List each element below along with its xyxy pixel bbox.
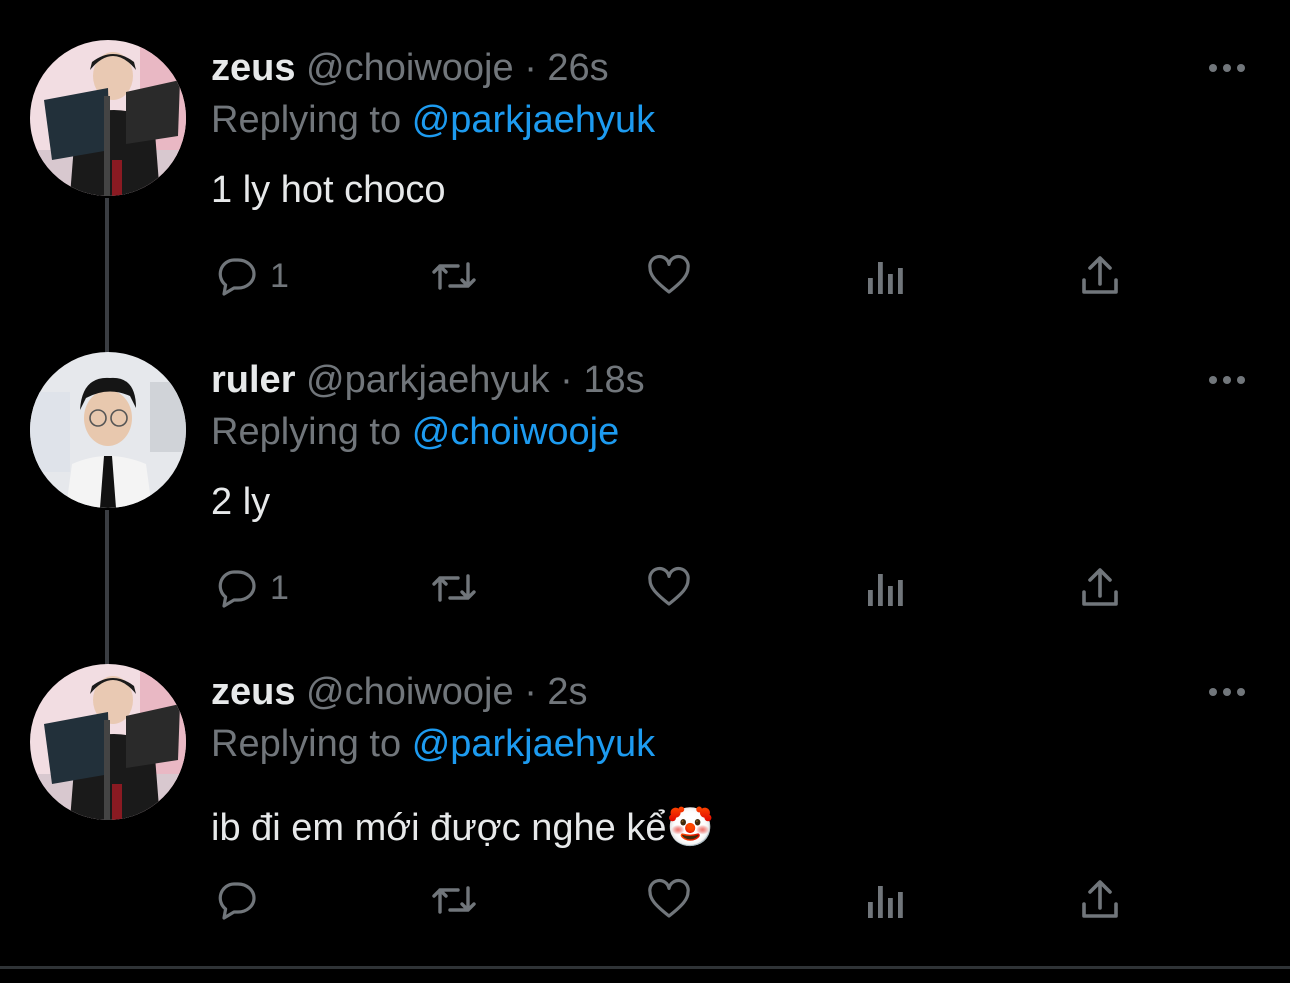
reply-icon: [212, 564, 260, 612]
replying-to-label: Replying to: [211, 411, 402, 453]
more-icon[interactable]: [1207, 58, 1247, 78]
conversation-thread: zeus @choiwooje · 26s Replying to @parkj…: [0, 0, 1290, 983]
tweet-text: ib đi em mới được nghe kể🤡: [211, 807, 714, 849]
share-button[interactable]: [1078, 874, 1122, 926]
display-name[interactable]: ruler: [211, 359, 295, 401]
reply-count: 1: [270, 257, 289, 295]
share-icon: [1078, 252, 1122, 300]
retweet-button[interactable]: [426, 562, 482, 614]
avatar[interactable]: [30, 352, 186, 508]
like-button[interactable]: [644, 874, 694, 926]
views-button[interactable]: [862, 562, 908, 614]
like-button[interactable]: [644, 562, 694, 614]
share-icon: [1078, 876, 1122, 924]
like-icon: [644, 564, 694, 612]
user-handle[interactable]: @choiwooje: [306, 671, 514, 713]
display-name[interactable]: zeus: [211, 47, 295, 89]
avatar-photo: [30, 664, 186, 820]
tweet-header: ruler @parkjaehyuk · 18s: [211, 360, 645, 400]
retweet-icon: [426, 876, 482, 924]
reply-button[interactable]: 1: [212, 250, 289, 302]
retweet-icon: [426, 564, 482, 612]
replying-to-label: Replying to: [211, 723, 402, 765]
replying-to-line: Replying to @choiwooje: [211, 412, 619, 452]
reply-count: 1: [270, 569, 289, 607]
reply-button[interactable]: 1: [212, 562, 289, 614]
user-handle[interactable]: @parkjaehyuk: [306, 359, 549, 401]
action-bar: 1: [0, 250, 1290, 302]
reply-icon: [212, 252, 260, 300]
views-icon: [862, 876, 908, 924]
action-bar: [0, 874, 1290, 926]
like-icon: [644, 252, 694, 300]
avatar-photo: [30, 352, 186, 508]
like-icon: [644, 876, 694, 924]
timestamp[interactable]: 26s: [547, 47, 608, 89]
replying-to-line: Replying to @parkjaehyuk: [211, 100, 655, 140]
retweet-button[interactable]: [426, 250, 482, 302]
tweet-header: zeus @choiwooje · 2s: [211, 672, 588, 712]
views-icon: [862, 252, 908, 300]
timestamp[interactable]: 18s: [583, 359, 644, 401]
avatar[interactable]: [30, 664, 186, 820]
user-handle[interactable]: @choiwooje: [306, 47, 514, 89]
retweet-icon: [426, 252, 482, 300]
avatar-photo: [30, 40, 186, 196]
display-name[interactable]: zeus: [211, 671, 295, 713]
separator-dot: ·: [560, 359, 573, 401]
mention-link[interactable]: @parkjaehyuk: [412, 723, 655, 765]
tweet-header: zeus @choiwooje · 26s: [211, 48, 609, 88]
bottom-divider: [0, 966, 1290, 969]
separator-dot: ·: [524, 671, 537, 713]
more-icon[interactable]: [1207, 682, 1247, 702]
replying-to-line: Replying to @parkjaehyuk: [211, 724, 655, 764]
share-button[interactable]: [1078, 562, 1122, 614]
like-button[interactable]: [644, 250, 694, 302]
action-bar: 1: [0, 562, 1290, 614]
share-icon: [1078, 564, 1122, 612]
separator-dot: ·: [524, 47, 537, 89]
mention-link[interactable]: @parkjaehyuk: [412, 99, 655, 141]
mention-link[interactable]: @choiwooje: [412, 411, 620, 453]
tweet-text: 2 ly: [211, 481, 271, 523]
share-button[interactable]: [1078, 250, 1122, 302]
views-button[interactable]: [862, 250, 908, 302]
retweet-button[interactable]: [426, 874, 482, 926]
reply-icon: [212, 876, 260, 924]
tweet-text: 1 ly hot choco: [211, 169, 446, 211]
more-icon[interactable]: [1207, 370, 1247, 390]
views-icon: [862, 564, 908, 612]
replying-to-label: Replying to: [211, 99, 402, 141]
avatar[interactable]: [30, 40, 186, 196]
views-button[interactable]: [862, 874, 908, 926]
timestamp[interactable]: 2s: [547, 671, 587, 713]
reply-button[interactable]: [212, 874, 270, 926]
